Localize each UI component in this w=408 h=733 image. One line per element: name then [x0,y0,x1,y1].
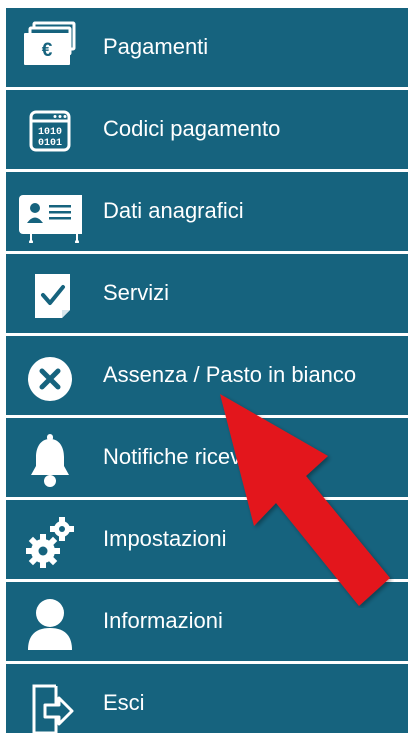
menu-item-assenza-pasto-in-bianco[interactable]: Assenza / Pasto in bianco [6,336,408,415]
id-card-icon [16,180,82,243]
navigation-menu: € Pagamenti 1010 0101 Codici pagamento D… [6,8,408,733]
binary-code-icon: 1010 0101 [16,98,82,161]
menu-label: Informazioni [103,608,223,633]
menu-item-notifiche-ricevute[interactable]: Notifiche ricevute [6,418,408,497]
menu-label: Servizi [103,280,170,305]
menu-label: Codici pagamento [103,116,281,141]
svg-text:1010: 1010 [38,127,62,138]
menu-item-dati-anagrafici[interactable]: Dati anagrafici [6,172,408,251]
svg-text:€: € [42,40,53,61]
menu-label: Impostazioni [103,526,227,551]
menu-label: Notifiche ricevute [103,444,272,469]
menu-item-servizi[interactable]: Servizi [6,254,408,333]
user-icon [16,590,82,653]
menu-label: Esci [103,690,145,715]
menu-item-informazioni[interactable]: Informazioni [6,582,408,661]
menu-item-esci[interactable]: Esci [6,664,408,733]
menu-item-pagamenti[interactable]: € Pagamenti [6,8,408,87]
menu-item-codici-pagamento[interactable]: 1010 0101 Codici pagamento [6,90,408,169]
svg-text:0101: 0101 [38,138,62,149]
menu-label: Assenza / Pasto in bianco [103,362,357,387]
cancel-circle-icon [16,344,82,407]
logout-icon [16,672,82,733]
settings-gears-icon [16,508,82,571]
bell-icon [16,426,82,489]
menu-item-impostazioni[interactable]: Impostazioni [6,500,408,579]
menu-label: Dati anagrafici [103,198,244,223]
menu-label: Pagamenti [103,34,209,59]
checked-document-icon [16,262,82,325]
payments-icon: € [16,16,82,79]
